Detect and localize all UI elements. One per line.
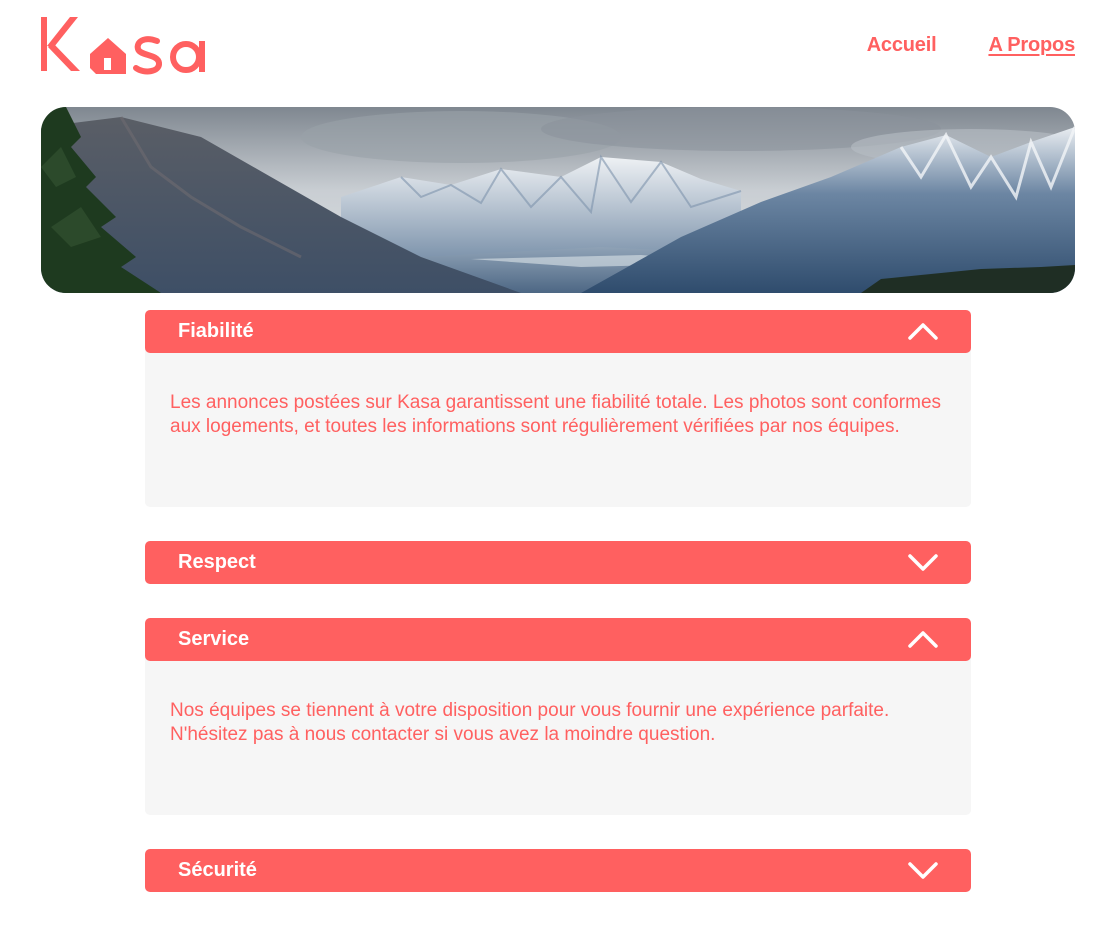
- collapse-header-respect[interactable]: Respect: [145, 541, 971, 584]
- collapse-title: Fiabilité: [178, 320, 254, 342]
- collapse-title: Service: [178, 628, 250, 650]
- main-nav: Accueil A Propos: [867, 34, 1076, 57]
- collapse-securite: Sécurité: [145, 849, 971, 892]
- collapse-title: Respect: [178, 551, 256, 573]
- banner-image: [41, 107, 1075, 293]
- collapse-fiabilite: Fiabilité Les annonces postées sur Kasa …: [145, 310, 971, 507]
- nav-link-accueil[interactable]: Accueil: [867, 34, 937, 57]
- collapse-text: Nos équipes se tiennent à votre disposit…: [170, 700, 890, 745]
- collapse-text: Les annonces postées sur Kasa garantisse…: [170, 392, 942, 437]
- collapse-header-service[interactable]: Service: [145, 618, 971, 661]
- collapse-header-securite[interactable]: Sécurité: [145, 849, 971, 892]
- chevron-down-icon[interactable]: [908, 860, 938, 880]
- collapse-service: Service Nos équipes se tiennent à votre …: [145, 618, 971, 815]
- nav-link-a-propos[interactable]: A Propos: [988, 34, 1075, 57]
- chevron-up-icon[interactable]: [908, 321, 938, 341]
- chevron-down-icon[interactable]: [908, 552, 938, 572]
- chevron-up-icon[interactable]: [908, 629, 938, 649]
- collapse-body: Les annonces postées sur Kasa garantisse…: [145, 349, 971, 507]
- about-collapses: Fiabilité Les annonces postées sur Kasa …: [145, 310, 971, 926]
- page: Accueil A Propos Fiabilité Les annonces …: [0, 0, 1098, 936]
- collapse-respect: Respect: [145, 541, 971, 584]
- site-header: Accueil A Propos: [0, 0, 1098, 100]
- collapse-body: Nos équipes se tiennent à votre disposit…: [145, 657, 971, 815]
- kasa-logo[interactable]: [40, 14, 220, 76]
- collapse-title: Sécurité: [178, 859, 257, 881]
- collapse-header-fiabilite[interactable]: Fiabilité: [145, 310, 971, 353]
